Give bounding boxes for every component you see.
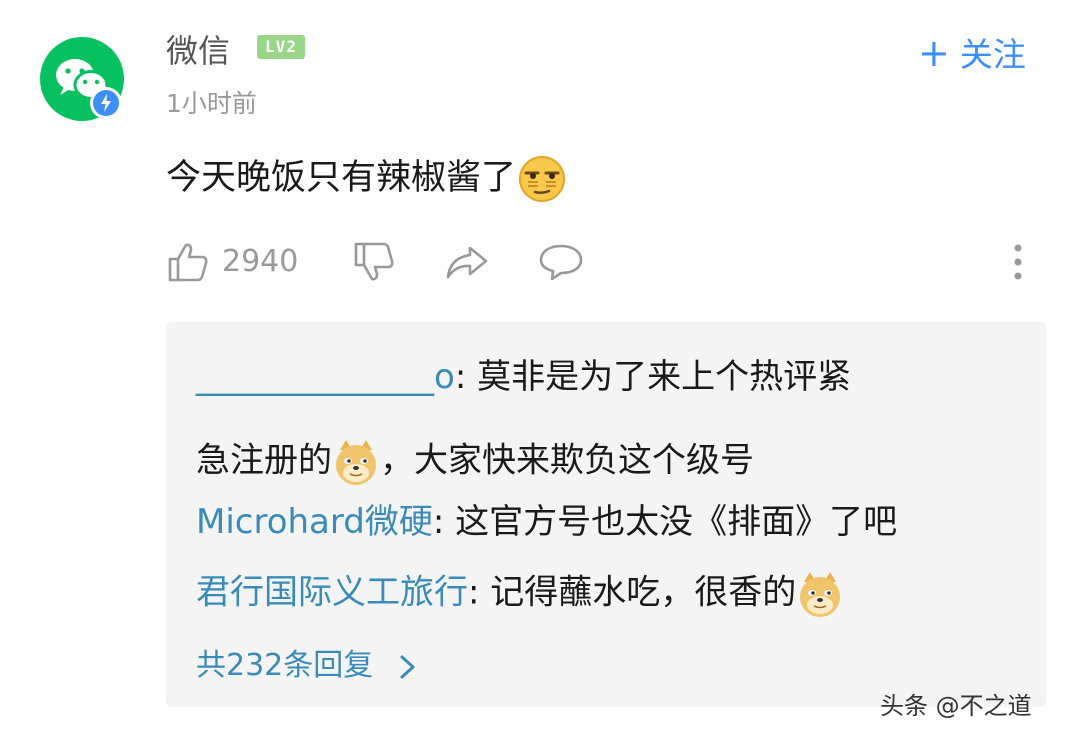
doge-emoji-icon [336, 440, 376, 485]
thumbs-down-icon[interactable] [352, 240, 396, 284]
share-icon[interactable] [444, 242, 490, 282]
reply-item[interactable]: Microhard微硬: 这官方号也太没《排面》了吧 [196, 500, 897, 544]
follow-button[interactable]: + 关注 [918, 28, 1026, 76]
smirk-face-emoji-icon [519, 156, 566, 202]
reply-author[interactable]: 君行国际义工旅行 [196, 573, 468, 613]
username[interactable]: 微信 [166, 26, 230, 72]
verified-badge-icon [90, 87, 122, 119]
like-count: 2940 [222, 244, 299, 279]
comment-body: 今天晚饭只有辣椒酱了 [166, 158, 517, 198]
view-more-replies-link[interactable]: 共232条回复 [196, 640, 419, 684]
reply-item-continuation[interactable]: 急注册的 ，大家快来欺负这个级号 [196, 438, 754, 486]
reply-text: 急注册的 [196, 440, 332, 481]
more-replies-label: 共232条回复 [196, 648, 374, 683]
replies-box: ______________o: 莫非是为了来上个热评紧 急注册的 ，大家快来欺… [166, 322, 1046, 707]
plus-icon: + [918, 31, 950, 75]
reply-item[interactable]: 君行国际义工旅行: 记得蘸水吃，很香的 [196, 570, 844, 618]
reply-text: : 这官方号也太没《排面》了吧 [432, 502, 898, 542]
timestamp: 1小时前 [166, 89, 257, 118]
level-badge: LV2 [257, 35, 305, 59]
watermark: 头条 @不之道 [880, 692, 1032, 720]
reply-author[interactable]: Microhard微硬 [196, 502, 433, 542]
reply-author[interactable]: ______________o [196, 357, 455, 397]
more-options-icon[interactable] [1010, 243, 1026, 281]
follow-label: 关注 [959, 35, 1026, 74]
comment-icon[interactable] [538, 242, 584, 282]
reply-text: : 记得蘸水吃，很香的 [468, 572, 797, 613]
chevron-right-icon [400, 655, 415, 678]
thumbs-up-icon[interactable] [166, 240, 210, 284]
comment-card: 微信 LV2 1小时前 + 关注 今天晚饭只有辣椒酱了 2940 _______… [0, 0, 1073, 737]
reply-item[interactable]: ______________o: 莫非是为了来上个热评紧 [196, 355, 851, 399]
comment-text: 今天晚饭只有辣椒酱了 [166, 155, 566, 203]
reply-text: : 莫非是为了来上个热评紧 [454, 357, 852, 397]
doge-emoji-icon [800, 572, 841, 617]
reply-text: ，大家快来欺负这个级号 [380, 440, 754, 481]
